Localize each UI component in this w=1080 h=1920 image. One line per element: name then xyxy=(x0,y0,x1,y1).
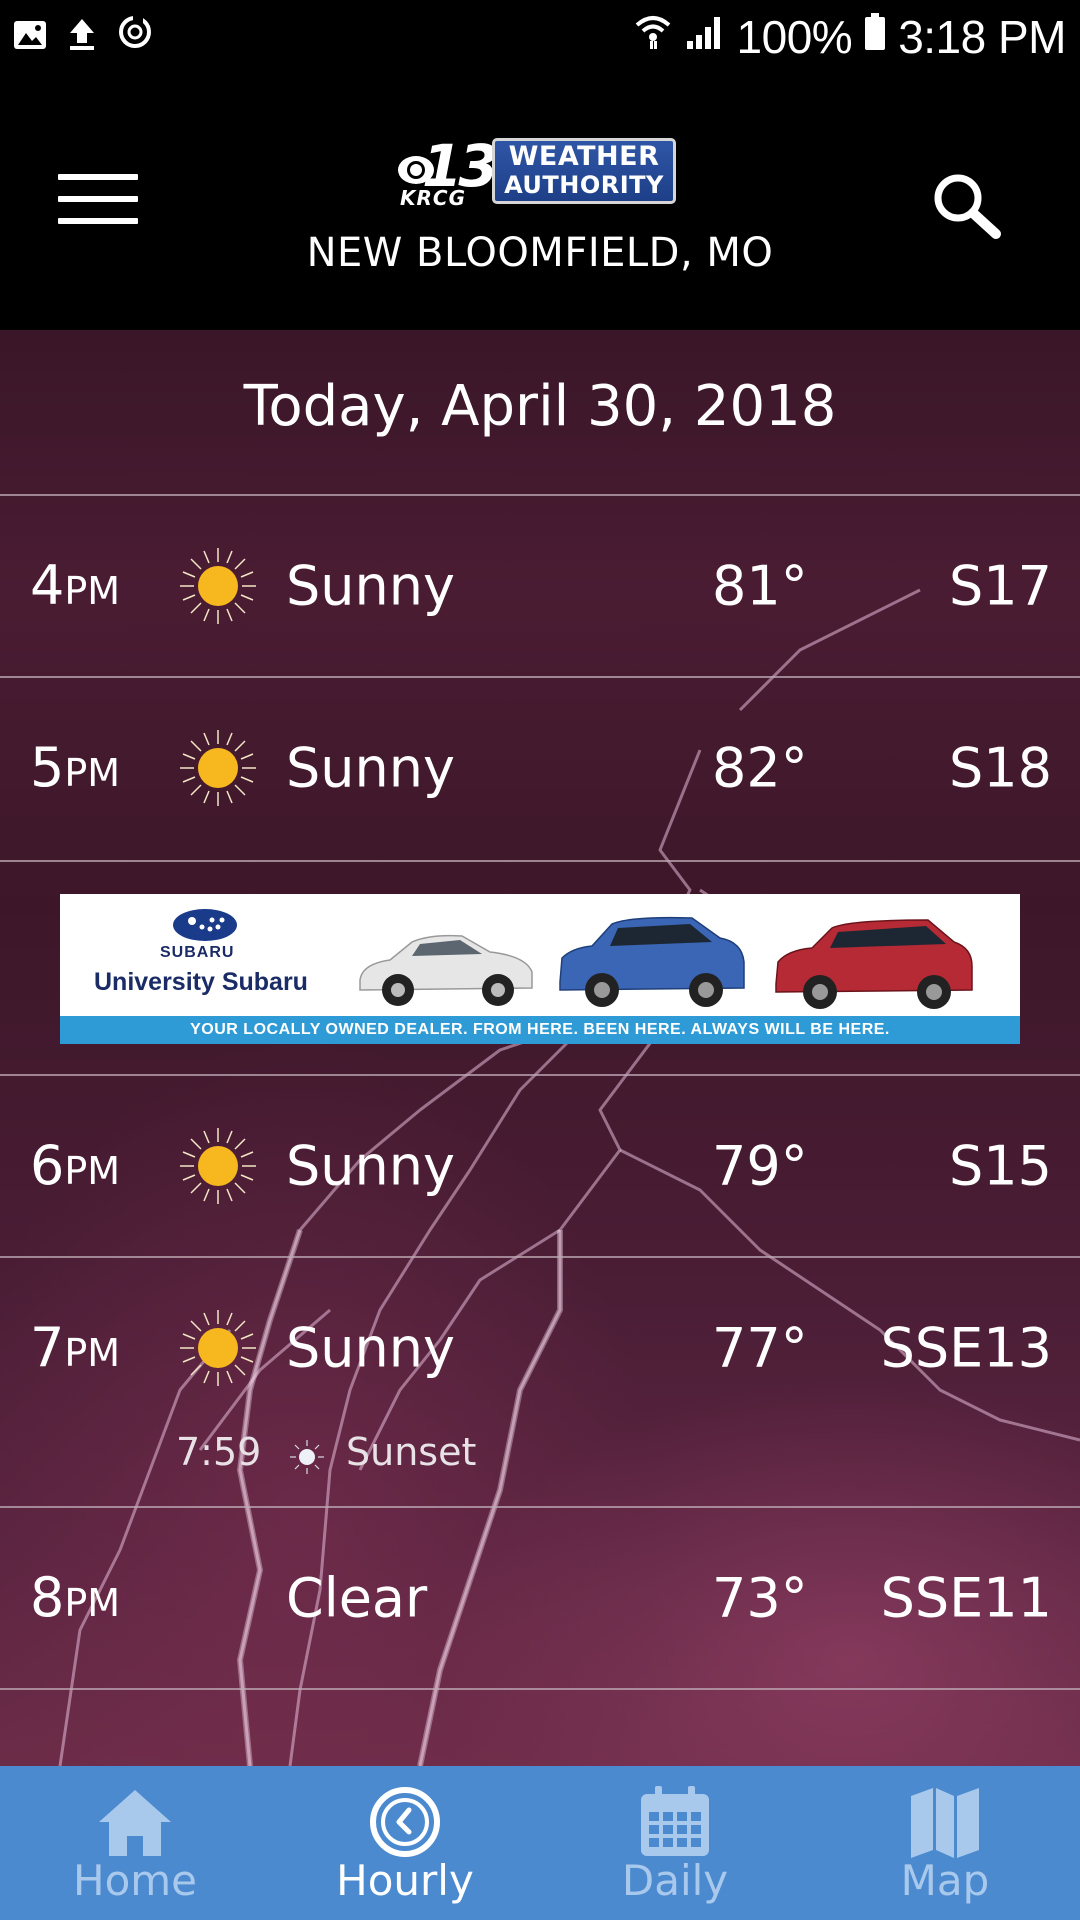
menu-icon-bar xyxy=(58,196,138,202)
hour-wind: SSE13 xyxy=(880,1316,1052,1380)
ad-dealer-name: University Subaru xyxy=(94,968,308,996)
hour-wind: S18 xyxy=(949,736,1052,800)
hour-wind: S15 xyxy=(949,1134,1052,1198)
hour-row[interactable]: 7PM Sunny 77° SSE13 xyxy=(0,1258,1080,1438)
hour-temperature: 77° xyxy=(712,1316,808,1380)
menu-icon-bar xyxy=(58,174,138,180)
location-label[interactable]: NEW BLOOMFIELD, MO xyxy=(0,230,1080,276)
wifi-icon xyxy=(633,12,673,62)
clock-time: 3:18 PM xyxy=(898,11,1066,63)
row-divider xyxy=(0,860,1080,862)
car-suv-image xyxy=(559,916,745,1007)
search-button[interactable] xyxy=(926,166,1006,246)
nav-map-label: Map xyxy=(900,1856,990,1905)
menu-icon-bar xyxy=(58,218,138,224)
sunset-row: 7:59 Sunset xyxy=(0,1424,1080,1484)
subaru-logo-icon xyxy=(173,909,237,941)
hour-row[interactable]: 5PM Sunny 82° S18 xyxy=(0,678,1080,858)
hour-time: 5PM xyxy=(30,736,121,799)
hour-wind: S17 xyxy=(949,554,1052,618)
car-wagon-image xyxy=(775,919,973,1009)
hourly-forecast-list[interactable]: Today, April 30, 2018 4PM Sunny 81° S17 … xyxy=(0,330,1080,1766)
sunset-time: 7:59 xyxy=(176,1430,262,1474)
sun-icon xyxy=(180,1128,256,1204)
nav-home-label: Home xyxy=(72,1856,198,1905)
menu-button[interactable] xyxy=(58,174,138,234)
date-header: Today, April 30, 2018 xyxy=(243,374,837,439)
nav-daily-label: Daily xyxy=(621,1856,729,1905)
hour-row[interactable]: 6PM Sunny 79° S15 xyxy=(0,1076,1080,1256)
signal-icon xyxy=(685,12,725,62)
nav-home[interactable]: Home xyxy=(0,1766,270,1920)
hour-temperature: 81° xyxy=(712,554,808,618)
logo-station: KRCG xyxy=(400,186,466,210)
nav-hourly-label: Hourly xyxy=(336,1856,474,1905)
moon-icon xyxy=(215,1762,228,1766)
status-bar: 100% 3:18 PM xyxy=(0,0,1080,74)
image-notification-icon xyxy=(12,12,48,62)
hour-row[interactable]: 8PM Clear 73° SSE11 xyxy=(0,1508,1080,1688)
hour-row-partial[interactable] xyxy=(0,1690,1080,1766)
battery-percent: 100% xyxy=(736,11,853,63)
status-right: 100% 3:18 PM xyxy=(633,10,1066,64)
ad-tagline: YOUR LOCALLY OWNED DEALER. FROM HERE. BE… xyxy=(60,1016,1020,1044)
station-logo: 13 KRCG WEATHER AUTHORITY xyxy=(396,132,682,210)
sun-icon xyxy=(180,730,256,806)
hour-row[interactable]: 4PM Sunny 81° S17 xyxy=(0,496,1080,676)
ad-brand-name: SUBARU xyxy=(160,944,235,961)
map-icon xyxy=(911,1788,979,1858)
logo-weather-authority: WEATHER AUTHORITY xyxy=(492,138,676,204)
bottom-navigation: Home Hourly Daily Map xyxy=(0,1766,1080,1920)
moon-icon xyxy=(201,1570,232,1627)
hour-condition: Sunny xyxy=(286,736,455,800)
search-icon xyxy=(934,174,1001,239)
hour-time: 8PM xyxy=(30,1566,121,1629)
hour-temperature: 79° xyxy=(712,1134,808,1198)
app-screen: 100% 3:18 PM 13 KRCG WEATHER AUTHORITY N… xyxy=(0,0,1080,1920)
car-sedan-image xyxy=(359,934,533,1006)
sunset-icon xyxy=(290,1440,324,1474)
logo-line2: AUTHORITY xyxy=(504,171,664,199)
nav-hourly[interactable]: Hourly xyxy=(270,1766,540,1920)
nav-map[interactable]: Map xyxy=(810,1766,1080,1920)
hour-wind: SSE11 xyxy=(880,1566,1052,1630)
hour-condition: Sunny xyxy=(286,1316,455,1380)
upload-icon xyxy=(66,12,98,62)
sun-icon xyxy=(180,1310,256,1386)
hour-condition: Sunny xyxy=(286,1134,455,1198)
battery-icon xyxy=(864,12,886,62)
hour-time: 4PM xyxy=(30,554,121,617)
clock-icon xyxy=(370,1787,440,1857)
cbs-eye-icon: 13 KRCG xyxy=(396,132,499,210)
home-icon xyxy=(99,1790,171,1856)
sync-icon xyxy=(116,12,154,62)
ad-banner[interactable]: SUBARU University Subaru YOUR LOCALLY OW… xyxy=(60,894,1020,1044)
hour-time: 7PM xyxy=(30,1316,121,1379)
sunset-label: Sunset xyxy=(346,1430,477,1474)
app-header: 13 KRCG WEATHER AUTHORITY NEW BLOOMFIELD… xyxy=(0,74,1080,330)
hour-condition: Sunny xyxy=(286,554,455,618)
hour-temperature: 82° xyxy=(712,736,808,800)
hour-condition: Clear xyxy=(286,1566,428,1630)
logo-line1: WEATHER xyxy=(508,141,660,172)
hour-temperature: 73° xyxy=(712,1566,808,1630)
hour-time: 6PM xyxy=(30,1134,121,1197)
sun-icon xyxy=(180,548,256,624)
calendar-icon xyxy=(641,1786,709,1856)
status-left xyxy=(12,12,154,62)
nav-daily[interactable]: Daily xyxy=(540,1766,810,1920)
